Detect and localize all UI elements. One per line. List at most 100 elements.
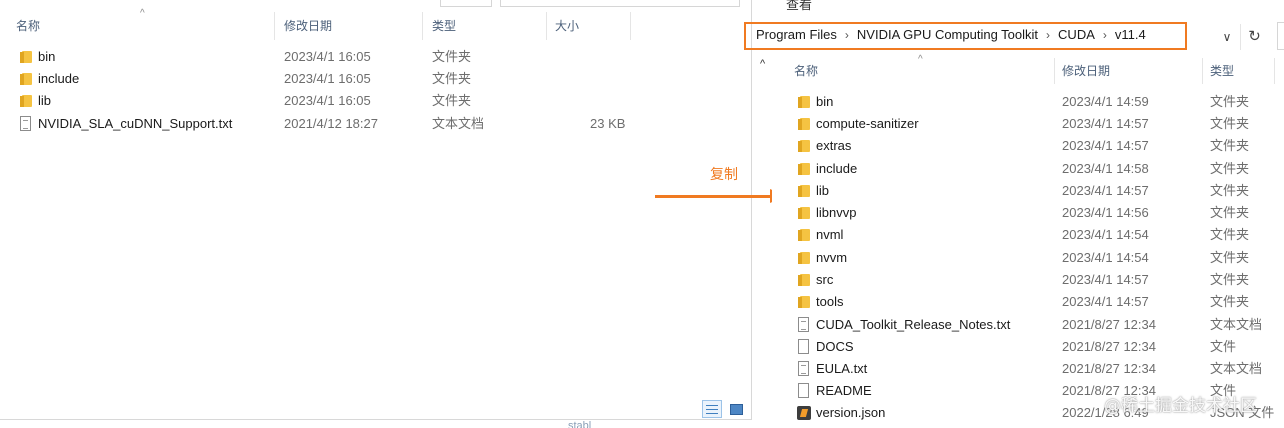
- thumbnail-icon: [730, 404, 743, 415]
- file-type: 文件夹: [1210, 161, 1250, 176]
- file-row[interactable]: NVIDIA_SLA_cuDNN_Support.txt 2021/4/12 1…: [0, 113, 740, 135]
- column-divider[interactable]: [546, 12, 547, 40]
- breadcrumb-item[interactable]: Program Files: [756, 22, 837, 48]
- column-header-modified[interactable]: 修改日期: [1062, 58, 1110, 84]
- file-type: 文件夹: [1210, 138, 1250, 153]
- column-header-modified[interactable]: 修改日期: [280, 12, 332, 40]
- column-divider[interactable]: [1202, 58, 1203, 84]
- folder-icon: [798, 207, 810, 219]
- json-file-icon: [797, 406, 811, 420]
- file-row[interactable]: bin 2023/4/1 14:59 文件夹: [772, 91, 1284, 113]
- file-name: lib: [816, 183, 830, 198]
- file-modified: 2023/4/1 14:54: [1062, 227, 1149, 242]
- watermark: @稀土掘金技术社区: [1104, 396, 1257, 416]
- file-name: tools: [816, 294, 844, 309]
- column-divider[interactable]: [1054, 58, 1055, 84]
- column-divider[interactable]: [422, 12, 423, 40]
- file-type: 文件夹: [1210, 116, 1250, 131]
- column-divider[interactable]: [274, 12, 275, 40]
- file-type: 文件夹: [432, 49, 472, 64]
- breadcrumb-item[interactable]: NVIDIA GPU Computing Toolkit: [857, 22, 1038, 48]
- file-type: 文件夹: [1210, 272, 1250, 287]
- file-row[interactable]: lib 2023/4/1 14:57 文件夹: [772, 180, 1284, 202]
- search-box[interactable]: [500, 0, 740, 7]
- file-name: nvvm: [816, 250, 848, 265]
- file-name: src: [816, 272, 834, 287]
- folder-icon: [798, 163, 810, 175]
- file-modified: 2023/4/1 14:57: [1062, 183, 1149, 198]
- ribbon-tab-view[interactable]: 查看: [786, 0, 812, 13]
- file-row[interactable]: tools 2023/4/1 14:57 文件夹: [772, 291, 1284, 313]
- file-modified: 2021/8/27 12:34: [1062, 317, 1156, 332]
- address-bar[interactable]: Program Files › NVIDIA GPU Computing Toolk…: [744, 22, 1187, 50]
- file-row[interactable]: nvml 2023/4/1 14:54 文件夹: [772, 224, 1284, 246]
- file-row[interactable]: include 2023/4/1 16:05 文件夹: [0, 68, 740, 90]
- folder-icon: [798, 118, 810, 130]
- folder-icon: [798, 185, 810, 197]
- file-row[interactable]: EULA.txt 2021/8/27 12:34 文本文档: [772, 358, 1284, 380]
- file-modified: 2023/4/1 16:05: [284, 71, 371, 86]
- large-icons-view-button[interactable]: [726, 400, 746, 418]
- folder-icon: [798, 274, 810, 286]
- column-header-name[interactable]: 名称: [794, 58, 818, 84]
- breadcrumb-item[interactable]: CUDA: [1058, 22, 1095, 48]
- folder-icon: [798, 229, 810, 241]
- background-text: stabl: [568, 420, 592, 428]
- folder-icon: [798, 96, 810, 108]
- file-type: 文本文档: [432, 116, 485, 131]
- file-row[interactable]: include 2023/4/1 14:58 文件夹: [772, 158, 1284, 180]
- left-toolbar-remnant: [0, 0, 752, 8]
- file-modified: 2021/4/12 18:27: [284, 116, 378, 131]
- file-row[interactable]: src 2023/4/1 14:57 文件夹: [772, 269, 1284, 291]
- file-name: include: [816, 161, 858, 176]
- file-type: 文件夹: [1210, 94, 1250, 109]
- column-divider[interactable]: [630, 12, 631, 40]
- file-row[interactable]: compute-sanitizer 2023/4/1 14:57 文件夹: [772, 113, 1284, 135]
- column-header-type[interactable]: 类型: [1210, 58, 1234, 84]
- file-name: bin: [38, 49, 56, 64]
- file-name: EULA.txt: [816, 361, 868, 376]
- file-type: 文本文档: [1210, 317, 1263, 332]
- file-name: bin: [816, 94, 834, 109]
- file-type: 文件: [1210, 339, 1237, 354]
- file-row[interactable]: bin 2023/4/1 16:05 文件夹: [0, 46, 740, 68]
- toolbar-button[interactable]: [440, 0, 492, 7]
- file-modified: 2023/4/1 14:58: [1062, 161, 1149, 176]
- scroll-up-icon[interactable]: ^: [760, 58, 765, 70]
- refresh-icon[interactable]: ↻: [1240, 24, 1268, 50]
- column-header-size[interactable]: 大小: [551, 12, 579, 40]
- file-modified: 2021/8/27 12:34: [1062, 339, 1156, 354]
- column-divider[interactable]: [1274, 58, 1275, 84]
- sort-ascending-icon: ^: [140, 8, 145, 19]
- breadcrumb: Program Files › NVIDIA GPU Computing Toolk…: [756, 22, 1146, 50]
- column-header-type[interactable]: 类型: [428, 12, 456, 40]
- file-modified: 2023/4/1 14:57: [1062, 294, 1149, 309]
- file-row[interactable]: DOCS 2021/8/27 12:34 文件: [772, 336, 1284, 358]
- search-box[interactable]: [1277, 22, 1284, 50]
- file-type: 文件夹: [1210, 294, 1250, 309]
- file-row[interactable]: lib 2023/4/1 16:05 文件夹: [0, 90, 740, 112]
- column-header-name[interactable]: 名称: [12, 12, 40, 40]
- file-type: 文件夹: [1210, 183, 1250, 198]
- details-view-button[interactable]: [702, 400, 722, 418]
- chevron-right-icon[interactable]: ›: [1103, 22, 1107, 48]
- file-row[interactable]: nvvm 2023/4/1 14:54 文件夹: [772, 247, 1284, 269]
- view-toggle: [702, 400, 748, 420]
- blank-file-icon: [798, 383, 809, 398]
- file-name: compute-sanitizer: [816, 116, 919, 131]
- file-row[interactable]: libnvvp 2023/4/1 14:56 文件夹: [772, 202, 1284, 224]
- file-type: 文本文档: [1210, 361, 1263, 376]
- file-name: DOCS: [816, 339, 854, 354]
- file-modified: 2023/4/1 14:54: [1062, 250, 1149, 265]
- copy-annotation-label: 复制: [710, 167, 738, 183]
- chevron-right-icon[interactable]: ›: [845, 22, 849, 48]
- left-explorer-window: ^ 名称 修改日期 类型 大小 bin 2023/4/1 16:05 文件夹 i…: [0, 0, 752, 420]
- file-name: nvml: [816, 227, 844, 242]
- file-modified: 2023/4/1 14:57: [1062, 116, 1149, 131]
- chevron-right-icon[interactable]: ›: [1046, 22, 1050, 48]
- file-row[interactable]: extras 2023/4/1 14:57 文件夹: [772, 135, 1284, 157]
- breadcrumb-item[interactable]: v11.4: [1115, 22, 1146, 48]
- chevron-down-icon[interactable]: ∨: [1216, 26, 1238, 48]
- folder-icon: [20, 95, 32, 107]
- file-row[interactable]: CUDA_Toolkit_Release_Notes.txt 2021/8/27…: [772, 314, 1284, 336]
